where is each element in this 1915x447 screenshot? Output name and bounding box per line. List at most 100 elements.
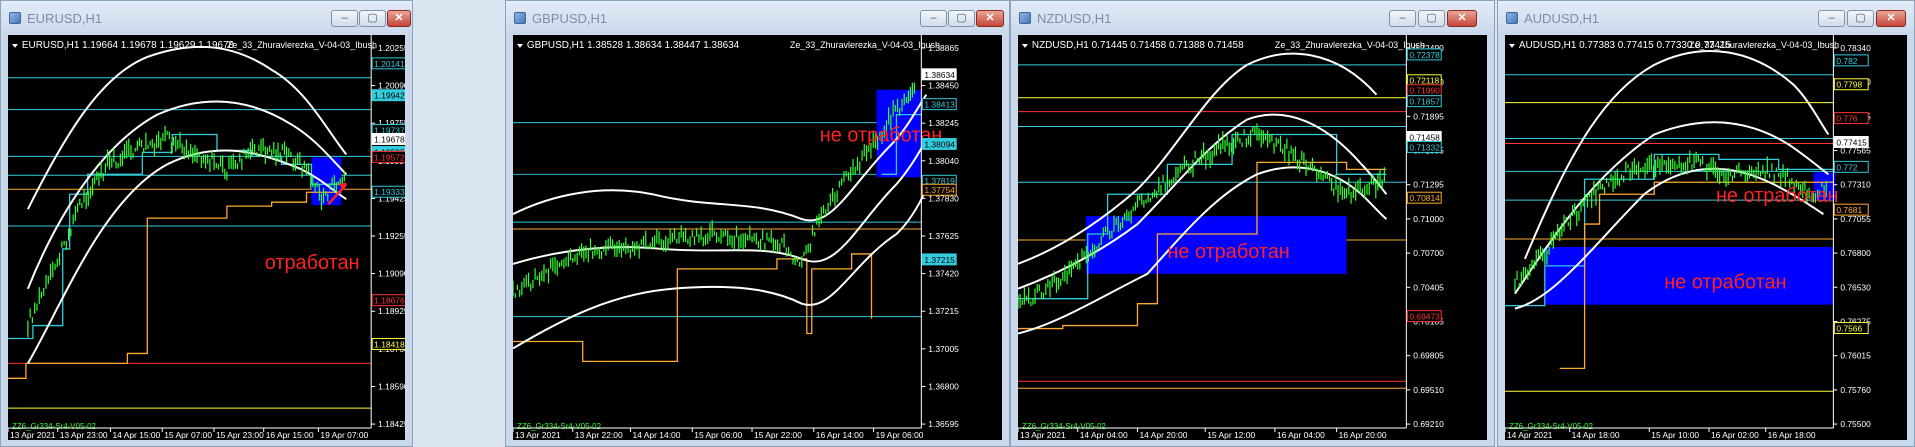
price-label: 1.19572 [371,150,405,163]
window-titlebar[interactable]: GBPUSD,H1 ‒ ▢ ✕ [506,1,1009,35]
level-lines [8,77,372,409]
y-tick-label: 0.76800 [1840,248,1871,258]
close-button[interactable]: ✕ [976,10,1004,27]
symbol-info: EURUSD,H1 1.19664 1.19678 1.19629 1.1967… [22,40,235,51]
price-label: 0.782 [1833,54,1869,67]
chart-plot-area[interactable]: AUDUSD,H1 0.77383 0.77415 0.77330 0.7741… [1505,35,1907,440]
y-tick-label: 1.38865 [928,43,959,53]
x-tick-label: 14 Apr 20:00 [1139,430,1187,440]
x-tick-label: 15 Apr 07:00 [164,430,212,440]
svg-text:0.71857: 0.71857 [1409,97,1440,107]
x-tick-label: 13 Apr 23:00 [60,430,108,440]
bollinger-middle-band [513,139,928,265]
y-tick-label: 0.70700 [1413,248,1444,258]
maximize-button[interactable]: ▢ [1418,10,1445,27]
window-titlebar[interactable]: AUDUSD,H1 ‒ ▢ ✕ [1498,1,1914,35]
svg-text:0.69473: 0.69473 [1409,312,1440,322]
price-label: 1.38094 [921,137,957,150]
y-tick-label: 0.71295 [1413,180,1444,190]
maximize-button[interactable]: ▢ [1847,10,1874,27]
chart-plot-area[interactable]: GBPUSD,H1 1.38528 1.38634 1.38447 1.3863… [513,35,1002,440]
price-label: 1.19678 [371,133,405,145]
chart-window-icon [1506,12,1518,24]
x-tick-label: 13 Apr 2021 [10,430,56,440]
svg-text:0.77415: 0.77415 [1836,137,1867,147]
y-tick-label: 1.18425 [378,419,405,429]
svg-text:1.18676: 1.18676 [374,296,405,306]
window-title: GBPUSD,H1 [532,11,608,26]
price-label: 1.19942 [371,89,405,102]
indicator-name: Ze_33_Zhuravlerezka_V-04-03_Ibush [1689,40,1839,50]
y-tick-label: 1.36800 [928,381,959,391]
y-tick-label: 0.75500 [1840,419,1871,429]
svg-text:1.18418: 1.18418 [374,339,405,349]
price-chart[interactable]: NZDUSD,H1 0.71445 0.71458 0.71388 0.7145… [1018,35,1487,440]
chart-plot-area[interactable]: EURUSD,H1 1.19664 1.19678 1.19629 1.1967… [8,35,405,440]
y-tick-label: 1.38040 [928,156,959,166]
level-lines [1505,74,1834,392]
svg-text:0.70814: 0.70814 [1409,193,1440,203]
minimize-button[interactable]: ‒ [1818,10,1845,27]
minimize-button[interactable]: ‒ [920,10,947,27]
y-tick-label: 0.71895 [1413,111,1444,121]
chart-window-audusd[interactable]: AUDUSD,H1 ‒ ▢ ✕ AUDUSD,H1 0.77383 0.7741… [1497,0,1915,447]
y-tick-label: 0.70405 [1413,282,1444,292]
annotation-text: не отработан [1664,272,1786,294]
price-label: 1.37754 [921,183,957,196]
window-titlebar[interactable]: NZDUSD,H1 ‒ ▢ ✕ [1011,1,1494,35]
price-chart[interactable]: AUDUSD,H1 0.77383 0.77415 0.77330 0.7741… [1505,35,1907,440]
price-label: 1.38413 [921,98,957,111]
price-label: 0.71857 [1406,95,1442,108]
zigzag-step-line-orange [513,253,873,363]
price-labels: 1.201411.199421.197371.196781.195951.195… [371,57,405,350]
x-tick-label: 13 Apr 2021 [1020,430,1066,440]
x-axis: 13 Apr 2021 13 Apr 23:00 14 Apr 15:00 15 Ap… [8,427,372,440]
x-tick-label: 15 Apr 23:00 [216,430,264,440]
chart-window-nzdusd[interactable]: NZDUSD,H1 ‒ ▢ ✕ NZDUSD,H1 0.71445 0.7145… [1010,0,1495,447]
close-button[interactable]: ✕ [387,10,411,27]
price-chart[interactable]: GBPUSD,H1 1.38528 1.38634 1.38447 1.3863… [513,35,1002,440]
price-label: 0.71332 [1406,140,1442,153]
svg-text:0.7566: 0.7566 [1836,324,1862,334]
y-tick-label: 1.37215 [928,306,959,316]
y-axis: 1.388651.384501.382451.380401.378301.376… [920,35,959,429]
close-button[interactable]: ✕ [1876,10,1906,27]
minimize-button[interactable]: ‒ [331,10,358,27]
chart-plot-area[interactable]: NZDUSD,H1 0.71445 0.71458 0.71388 0.7145… [1018,35,1487,440]
window-title: NZDUSD,H1 [1037,11,1112,26]
y-tick-label: 1.37625 [928,231,959,241]
maximize-button[interactable]: ▢ [359,10,386,27]
svg-text:0.72378: 0.72378 [1409,50,1440,60]
price-label: 0.772 [1833,160,1869,173]
maximize-button[interactable]: ▢ [948,10,975,27]
price-chart[interactable]: EURUSD,H1 1.19664 1.19678 1.19629 1.1967… [8,35,405,440]
y-tick-label: 0.77310 [1840,180,1871,190]
svg-text:1.19333: 1.19333 [374,187,405,197]
close-button[interactable]: ✕ [1447,10,1477,27]
window-titlebar[interactable]: EURUSD,H1 ‒ ▢ ✕ [1,1,412,35]
minimize-button[interactable]: ‒ [1389,10,1416,27]
chart-window-gbpusd[interactable]: GBPUSD,H1 ‒ ▢ ✕ GBPUSD,H1 1.38528 1.3863… [505,0,1010,447]
price-label: 1.38634 [921,68,957,81]
svg-text:1.37215: 1.37215 [924,255,955,265]
x-tick-label: 16 Apr 14:00 [816,430,864,440]
x-tick-label: 19 Apr 06:00 [876,430,924,440]
y-tick-label: 1.37005 [928,344,959,354]
y-axis: 0.783400.780700.778250.775650.773100.770… [1832,35,1871,429]
svg-text:1.19572: 1.19572 [374,152,405,162]
y-tick-label: 1.18925 [378,306,405,316]
y-tick-label: 1.38450 [928,81,959,91]
price-label: 0.71990 [1406,84,1442,97]
svg-text:1.38413: 1.38413 [924,100,955,110]
price-label: 1.18676 [371,294,405,307]
annotation-text: не отработан [1716,185,1838,207]
window-title: EURUSD,H1 [27,11,103,26]
y-tick-label: 0.69510 [1413,385,1444,395]
svg-text:1.38094: 1.38094 [924,139,955,149]
chart-window-eurusd[interactable]: EURUSD,H1 ‒ ▢ ✕ EURUSD,H1 1.19664 1.1967… [0,0,413,447]
svg-text:0.71332: 0.71332 [1409,142,1440,152]
svg-text:0.776: 0.776 [1836,114,1857,124]
y-tick-label: 1.19090 [378,269,405,279]
price-label: 1.37215 [921,253,957,266]
symbol-info: NZDUSD,H1 0.71445 0.71458 0.71388 0.7145… [1032,40,1244,51]
